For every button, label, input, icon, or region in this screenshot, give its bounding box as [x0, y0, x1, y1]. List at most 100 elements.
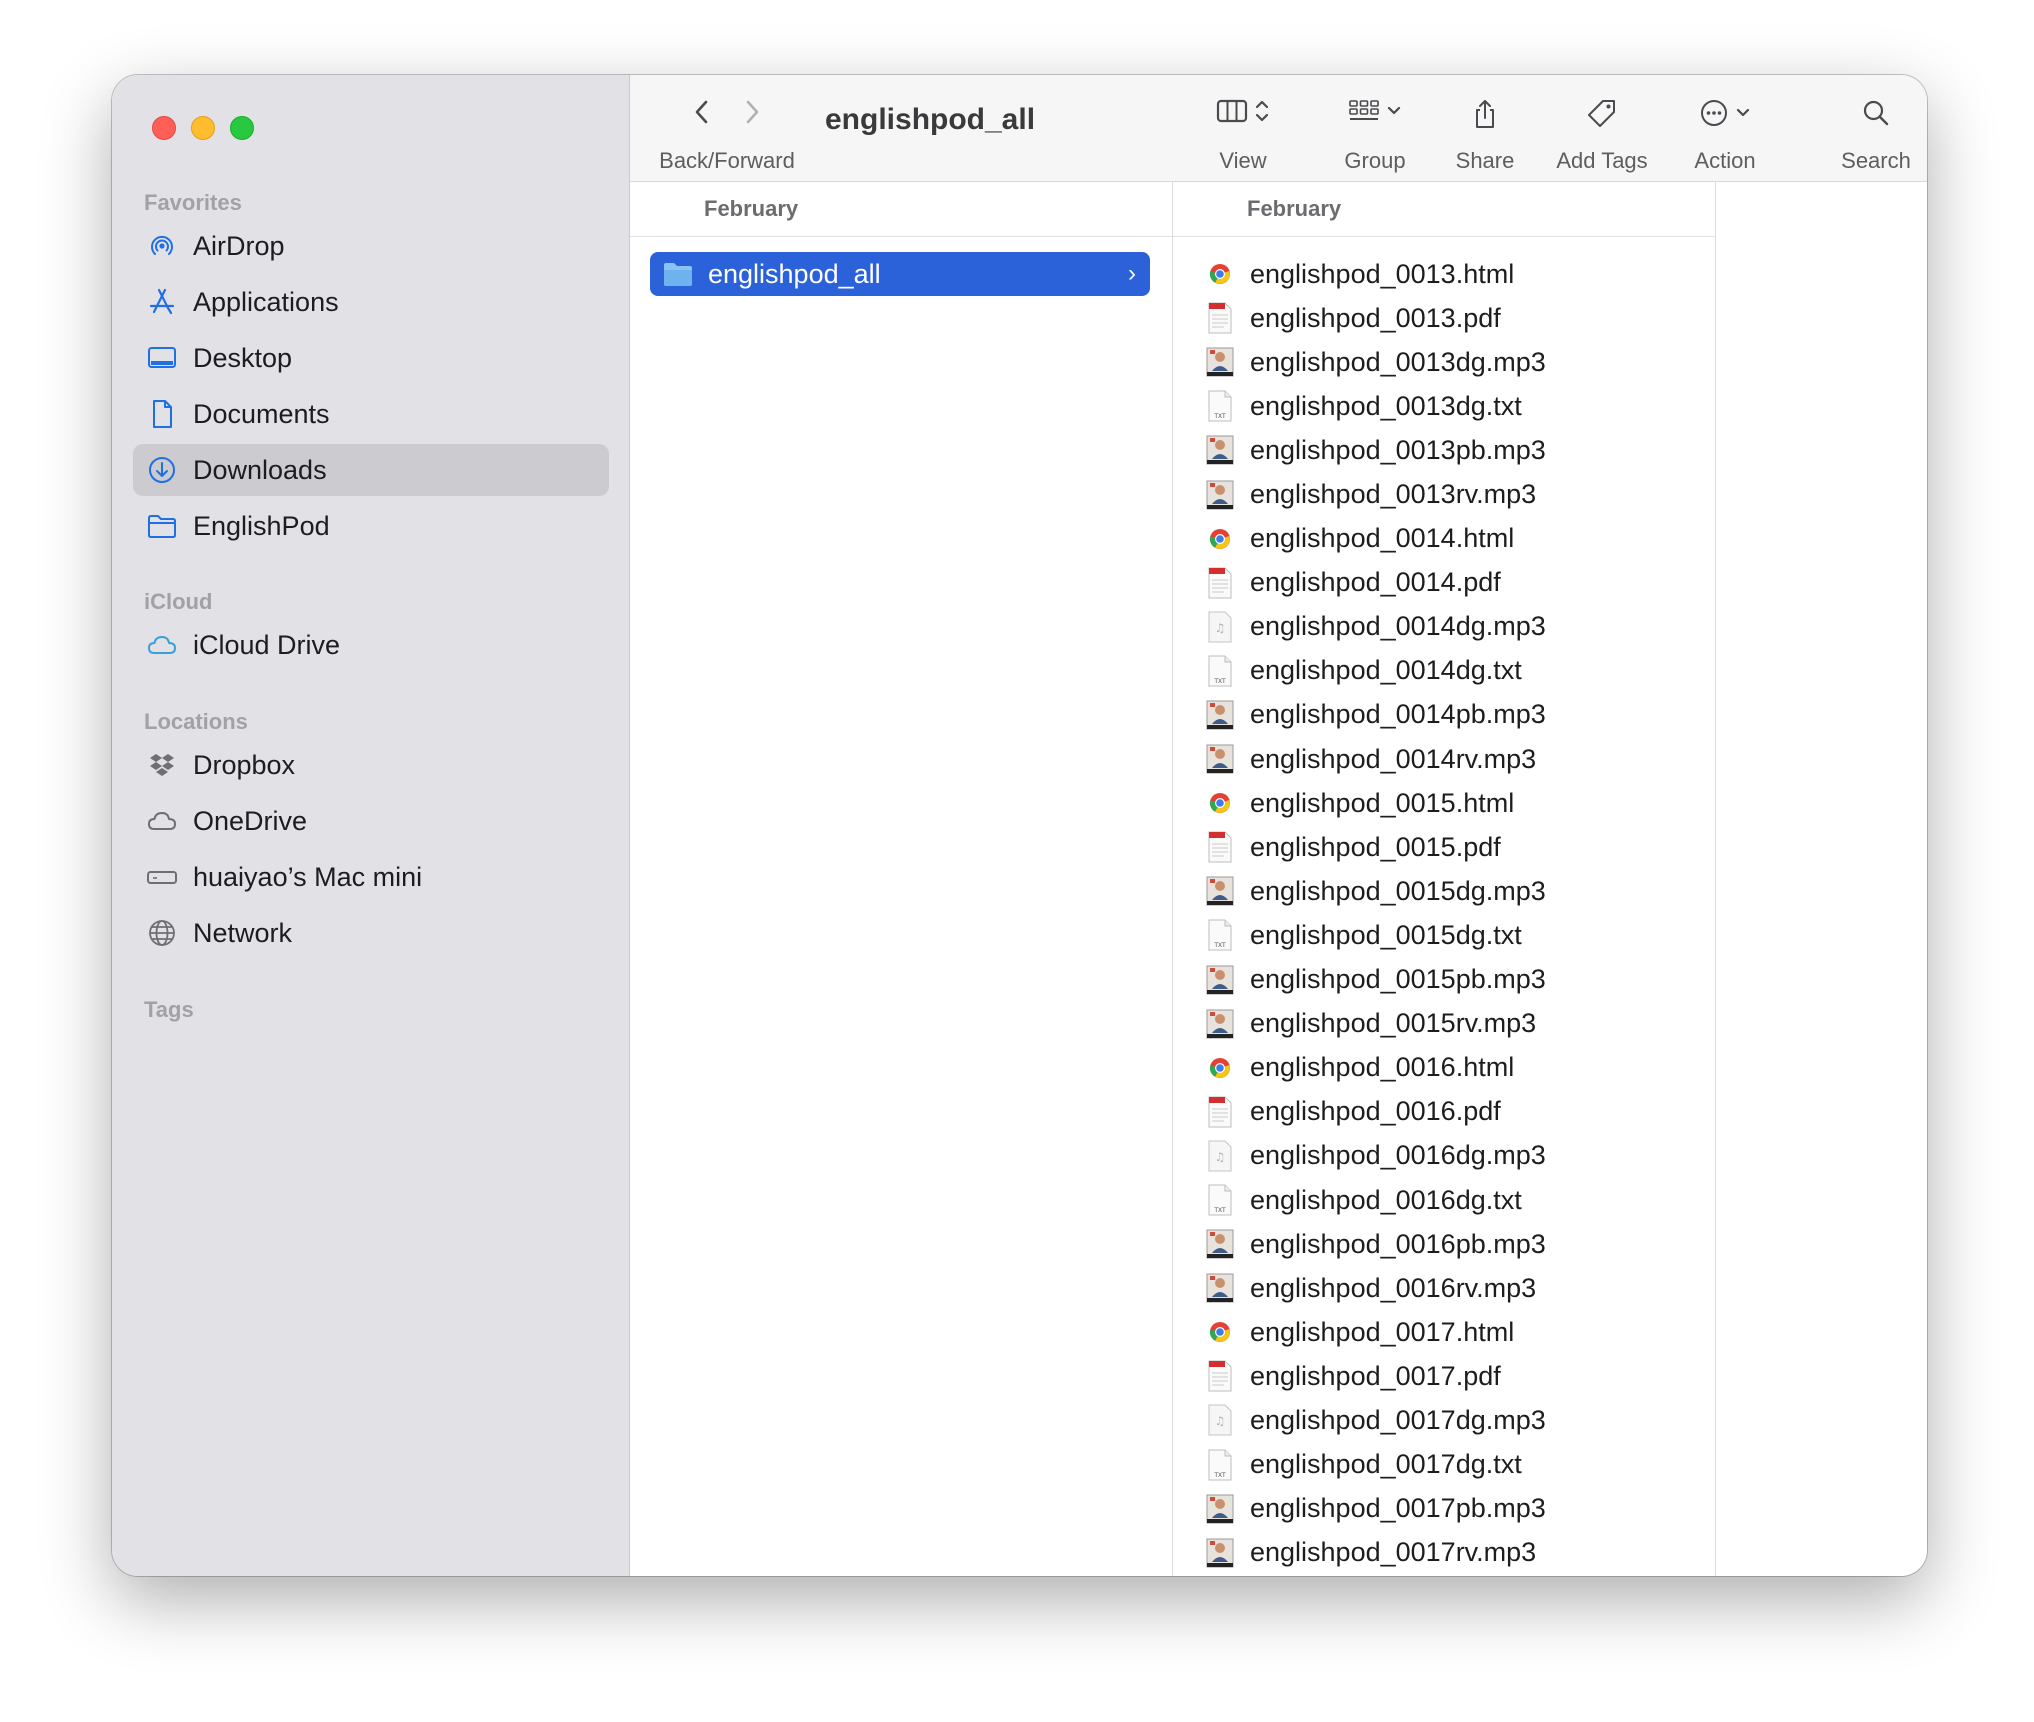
- file-row[interactable]: englishpod_0017.html: [1173, 1310, 1715, 1354]
- file-row[interactable]: englishpod_0014.html: [1173, 517, 1715, 561]
- file-row[interactable]: englishpod_0013dg.mp3: [1173, 340, 1715, 384]
- file-row[interactable]: englishpod_0014pb.mp3: [1173, 693, 1715, 737]
- sidebar-item-downloads[interactable]: Downloads: [133, 444, 609, 496]
- file-row[interactable]: ♫ englishpod_0016dg.mp3: [1173, 1134, 1715, 1178]
- action-button[interactable]: Action: [1670, 75, 1780, 181]
- sidebar-item-desktop[interactable]: Desktop: [133, 332, 609, 384]
- file-name: englishpod_0015dg.txt: [1250, 919, 1522, 950]
- txt-file-icon: TXT: [1205, 1448, 1235, 1482]
- file-row[interactable]: englishpod_0013.html: [1173, 252, 1715, 296]
- sidebar-item-dropbox[interactable]: Dropbox: [133, 739, 609, 791]
- sidebar-item-icloud-drive[interactable]: iCloud Drive: [133, 619, 609, 671]
- file-row[interactable]: TXT englishpod_0017dg.txt: [1173, 1443, 1715, 1487]
- back-button[interactable]: [692, 98, 712, 126]
- file-row[interactable]: englishpod_0013rv.mp3: [1173, 472, 1715, 516]
- file-row[interactable]: ♫ englishpod_0014dg.mp3: [1173, 605, 1715, 649]
- album-art-audio-icon: [1205, 433, 1235, 467]
- group-grid-icon: [1349, 100, 1379, 120]
- documents-icon: [145, 397, 179, 431]
- file-row[interactable]: englishpod_0015dg.mp3: [1173, 869, 1715, 913]
- selected-folder-label: englishpod_all: [708, 258, 881, 289]
- sidebar-item-label: Desktop: [193, 342, 293, 373]
- file-row[interactable]: englishpod_0016.html: [1173, 1046, 1715, 1090]
- applications-icon: [145, 285, 179, 319]
- sidebar-heading-icloud: iCloud: [144, 589, 213, 614]
- forward-button[interactable]: [742, 98, 762, 126]
- file-row[interactable]: ♫ englishpod_0017dg.mp3: [1173, 1398, 1715, 1442]
- pdf-file-icon: [1205, 830, 1235, 864]
- file-row[interactable]: englishpod_0014rv.mp3: [1173, 737, 1715, 781]
- view-button[interactable]: View: [1188, 75, 1298, 181]
- sidebar-item-label: Downloads: [193, 454, 327, 485]
- album-art-audio-icon: [1205, 698, 1235, 732]
- sidebar-item-onedrive[interactable]: OneDrive: [133, 795, 609, 847]
- file-list: englishpod_0013.html englishpod_0013.pdf e…: [1173, 252, 1715, 1575]
- sidebar-item-englishpod[interactable]: EnglishPod: [133, 500, 609, 552]
- sidebar-item-documents[interactable]: Documents: [133, 388, 609, 440]
- file-row[interactable]: englishpod_0016rv.mp3: [1173, 1266, 1715, 1310]
- sidebar-item-label: iCloud Drive: [193, 629, 341, 660]
- file-row[interactable]: englishpod_0015.pdf: [1173, 825, 1715, 869]
- pdf-file-icon: [1205, 566, 1235, 600]
- file-row[interactable]: englishpod_0015rv.mp3: [1173, 1002, 1715, 1046]
- file-row[interactable]: TXT englishpod_0014dg.txt: [1173, 649, 1715, 693]
- share-button[interactable]: Share: [1440, 75, 1530, 181]
- file-row[interactable]: englishpod_0017rv.mp3: [1173, 1531, 1715, 1575]
- file-row[interactable]: englishpod_0016.pdf: [1173, 1090, 1715, 1134]
- audio-file-icon: ♫: [1205, 1139, 1235, 1173]
- toolbar: Back/Forward englishpod_all View Group S…: [630, 75, 1927, 182]
- file-name: englishpod_0013pb.mp3: [1250, 434, 1546, 465]
- svg-text:♫: ♫: [1215, 1150, 1226, 1164]
- minimize-window-button[interactable]: [191, 116, 215, 140]
- folder-icon: [662, 260, 694, 288]
- sidebar: Favorites AirDrop Applications Desktop Docu…: [112, 75, 630, 1576]
- sidebar-locations: Locations Dropbox OneDrive huaiyao’s Mac m…: [112, 705, 629, 963]
- file-name: englishpod_0016dg.txt: [1250, 1184, 1522, 1215]
- search-label: Search: [1841, 148, 1911, 173]
- desktop-icon: [145, 341, 179, 375]
- sidebar-item-label: Documents: [193, 398, 330, 429]
- file-name: englishpod_0015rv.mp3: [1250, 1008, 1537, 1039]
- add-tags-button[interactable]: Add Tags: [1542, 75, 1662, 181]
- txt-file-icon: TXT: [1205, 1183, 1235, 1217]
- file-row[interactable]: englishpod_0015pb.mp3: [1173, 958, 1715, 1002]
- pdf-file-icon: [1205, 301, 1235, 335]
- album-art-audio-icon: [1205, 742, 1235, 776]
- sidebar-item-applications[interactable]: Applications: [133, 276, 609, 328]
- svg-text:TXT: TXT: [1213, 1207, 1226, 1214]
- file-row[interactable]: TXT englishpod_0013dg.txt: [1173, 384, 1715, 428]
- chevron-down-icon: [1736, 108, 1750, 117]
- sidebar-item-label: huaiyao’s Mac mini: [193, 861, 423, 892]
- file-row[interactable]: englishpod_0013.pdf: [1173, 296, 1715, 340]
- sidebar-item-huaiyao-s-mac-mini[interactable]: huaiyao’s Mac mini: [133, 851, 609, 903]
- file-row[interactable]: englishpod_0013pb.mp3: [1173, 428, 1715, 472]
- file-name: englishpod_0014.pdf: [1250, 567, 1501, 598]
- downloads-icon: [145, 453, 179, 487]
- search-button[interactable]: Search: [1826, 75, 1926, 181]
- file-row[interactable]: englishpod_0017pb.mp3: [1173, 1487, 1715, 1531]
- selected-folder-row[interactable]: englishpod_all ›: [650, 252, 1150, 296]
- sidebar-heading-favorites: Favorites: [144, 190, 242, 215]
- album-art-audio-icon: [1205, 1536, 1235, 1570]
- chrome-html-icon: [1205, 786, 1235, 820]
- file-row[interactable]: TXT englishpod_0015dg.txt: [1173, 913, 1715, 957]
- sidebar-item-network[interactable]: Network: [133, 907, 609, 959]
- close-window-button[interactable]: [152, 116, 176, 140]
- file-row[interactable]: TXT englishpod_0016dg.txt: [1173, 1178, 1715, 1222]
- file-row[interactable]: englishpod_0016pb.mp3: [1173, 1222, 1715, 1266]
- file-name: englishpod_0014.html: [1250, 523, 1515, 554]
- album-art-audio-icon: [1205, 1271, 1235, 1305]
- album-art-audio-icon: [1205, 1492, 1235, 1526]
- file-name: englishpod_0017.html: [1250, 1316, 1515, 1347]
- sidebar-item-airdrop[interactable]: AirDrop: [133, 220, 609, 272]
- sidebar-item-label: Dropbox: [193, 749, 296, 780]
- sidebar-heading-tags: Tags: [144, 997, 194, 1022]
- file-row[interactable]: englishpod_0015.html: [1173, 781, 1715, 825]
- window-controls: [152, 116, 254, 140]
- zoom-window-button[interactable]: [230, 116, 254, 140]
- group-button[interactable]: Group: [1320, 75, 1430, 181]
- file-name: englishpod_0017pb.mp3: [1250, 1493, 1546, 1524]
- file-row[interactable]: englishpod_0014.pdf: [1173, 561, 1715, 605]
- file-row[interactable]: englishpod_0017.pdf: [1173, 1354, 1715, 1398]
- sidebar-item-label: OneDrive: [193, 805, 308, 836]
